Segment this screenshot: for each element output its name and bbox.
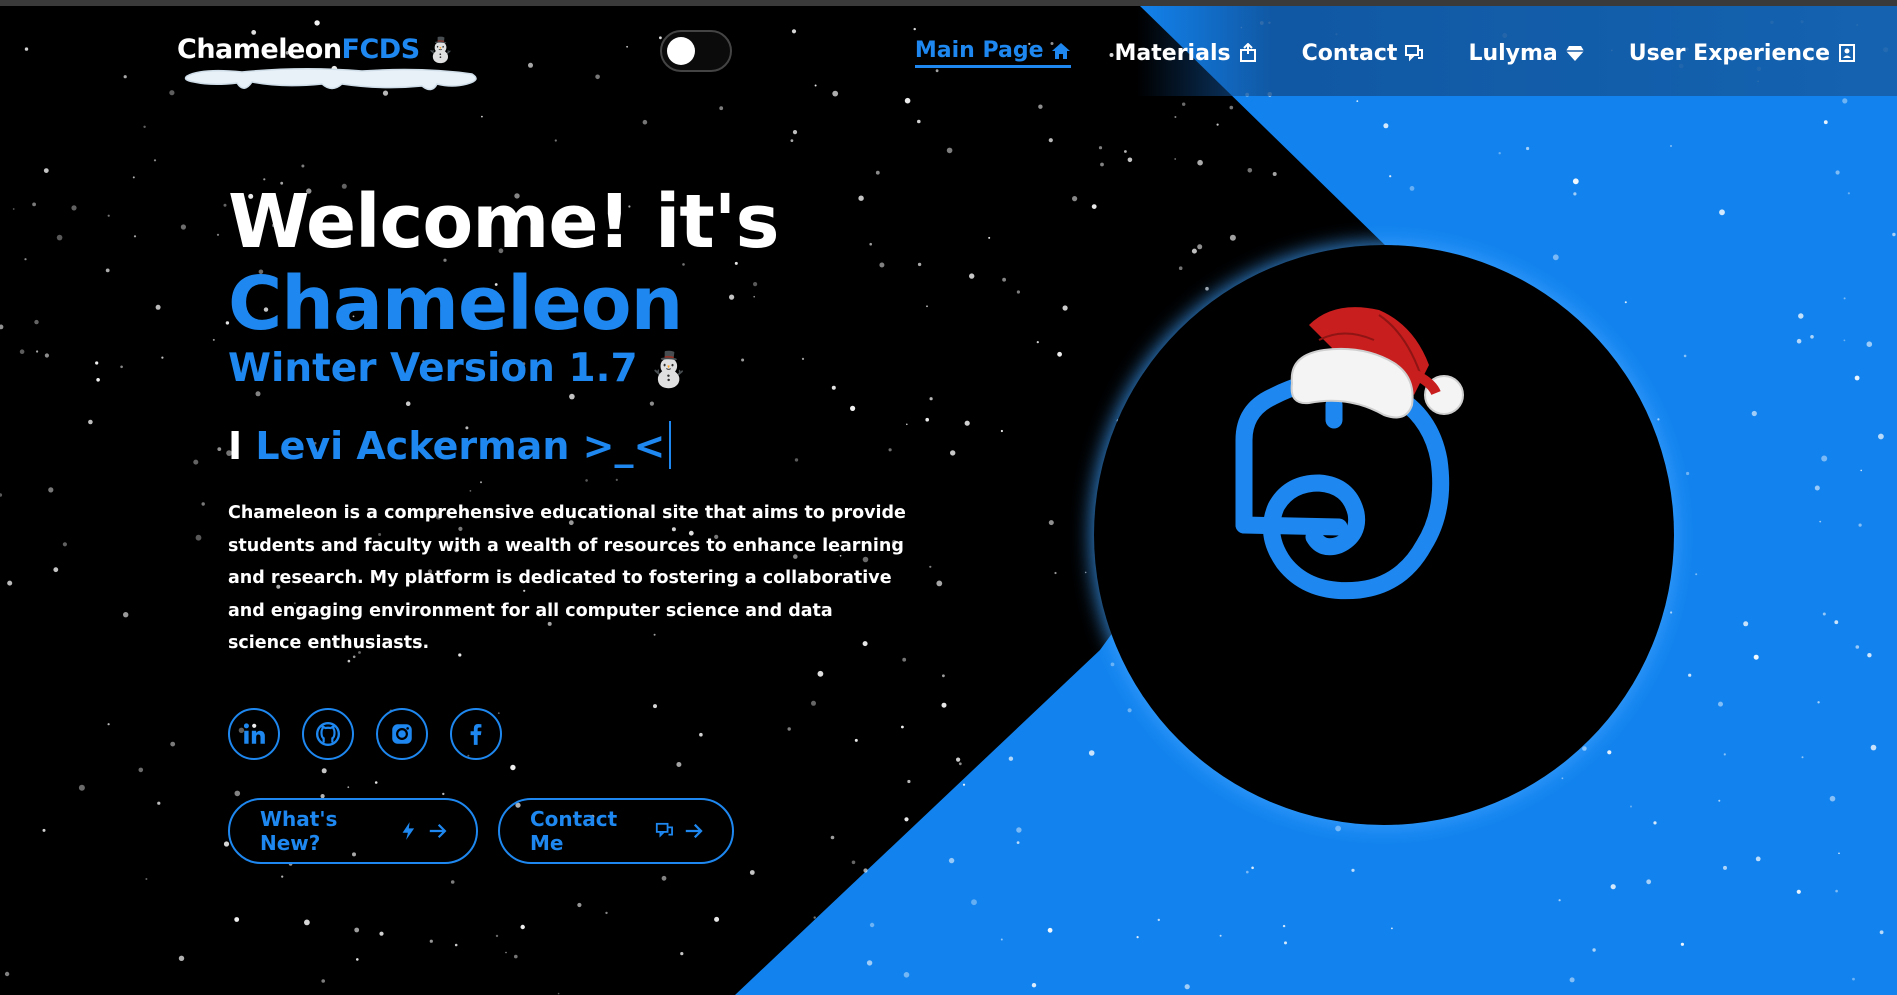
- hero-buttons: What's New? Contact Me: [228, 798, 734, 864]
- typed-text: I Levi Ackerman >_<: [228, 421, 908, 469]
- github-icon: [315, 721, 341, 747]
- window-top-bar: [0, 0, 1897, 6]
- brand-logo[interactable]: ChameleonFCDS ⛄: [177, 34, 456, 65]
- version-text: Winter Version 1.7: [228, 346, 638, 391]
- hero-section: Welcome! it's Chameleon Winter Version 1…: [228, 180, 908, 660]
- whats-new-button[interactable]: What's New?: [228, 798, 478, 864]
- instagram-icon: [392, 724, 412, 744]
- snowman-icon: ⛄: [647, 350, 690, 390]
- box-icon: [1239, 43, 1256, 62]
- linkedin-link[interactable]: [228, 708, 280, 760]
- nav-materials[interactable]: Materials: [1115, 41, 1258, 66]
- chat-icon: [655, 822, 673, 838]
- gem-icon: [1565, 46, 1584, 61]
- social-links: [228, 708, 502, 760]
- lightning-icon: [402, 822, 414, 840]
- nav-lulyma-label: Lulyma: [1468, 40, 1558, 66]
- typed-prefix: I: [228, 424, 243, 468]
- facebook-icon: [470, 724, 482, 745]
- theme-toggle[interactable]: [660, 30, 732, 72]
- facebook-link[interactable]: [450, 708, 502, 760]
- snow-cap-decoration: [184, 67, 477, 91]
- version-label: Winter Version 1.7 ⛄: [228, 346, 908, 391]
- typed-name: Levi Ackerman >_<: [255, 424, 666, 468]
- nav-menu: Main Page Materials Contact Lulyma User …: [914, 38, 1857, 68]
- nav-materials-label: Materials: [1114, 40, 1231, 66]
- linkedin-icon: [243, 723, 265, 744]
- nav-lulyma[interactable]: Lulyma: [1468, 41, 1584, 66]
- chameleon-spiral-icon: [1235, 307, 1464, 600]
- toggle-knob: [667, 37, 695, 65]
- contact-me-button[interactable]: Contact Me: [498, 798, 734, 864]
- typing-cursor: [669, 421, 672, 469]
- santa-hat-icon: [1290, 307, 1464, 419]
- brand-suffix: FCDS: [341, 34, 421, 65]
- contact-me-label: Contact Me: [530, 807, 618, 855]
- nav-user-experience[interactable]: User Experience: [1629, 41, 1857, 66]
- nav-user-experience-label: User Experience: [1628, 40, 1830, 66]
- nav-main-page[interactable]: Main Page: [914, 38, 1071, 68]
- snowman-icon: ⛄: [425, 36, 456, 64]
- user-card-icon: [1839, 44, 1855, 62]
- navbar: ChameleonFCDS ⛄ Main Page Materials Conta…: [0, 6, 1897, 96]
- home-icon: [1051, 42, 1070, 59]
- hero-heading-line2: Chameleon: [228, 261, 683, 347]
- chat-icon: [1405, 45, 1424, 62]
- hero-heading-line1: Welcome! it's: [228, 179, 780, 265]
- nav-contact-label: Contact: [1301, 40, 1398, 66]
- github-link[interactable]: [302, 708, 354, 760]
- nav-main-page-label: Main Page: [914, 38, 1044, 63]
- hero-description: Chameleon is a comprehensive educational…: [228, 503, 906, 653]
- arrow-right-icon: [686, 823, 703, 839]
- nav-contact[interactable]: Contact: [1302, 41, 1425, 66]
- chameleon-logo: [1094, 245, 1674, 825]
- brand-name: Chameleon: [177, 34, 342, 65]
- whats-new-label: What's New?: [260, 807, 338, 855]
- instagram-link[interactable]: [376, 708, 428, 760]
- arrow-right-icon: [430, 823, 447, 839]
